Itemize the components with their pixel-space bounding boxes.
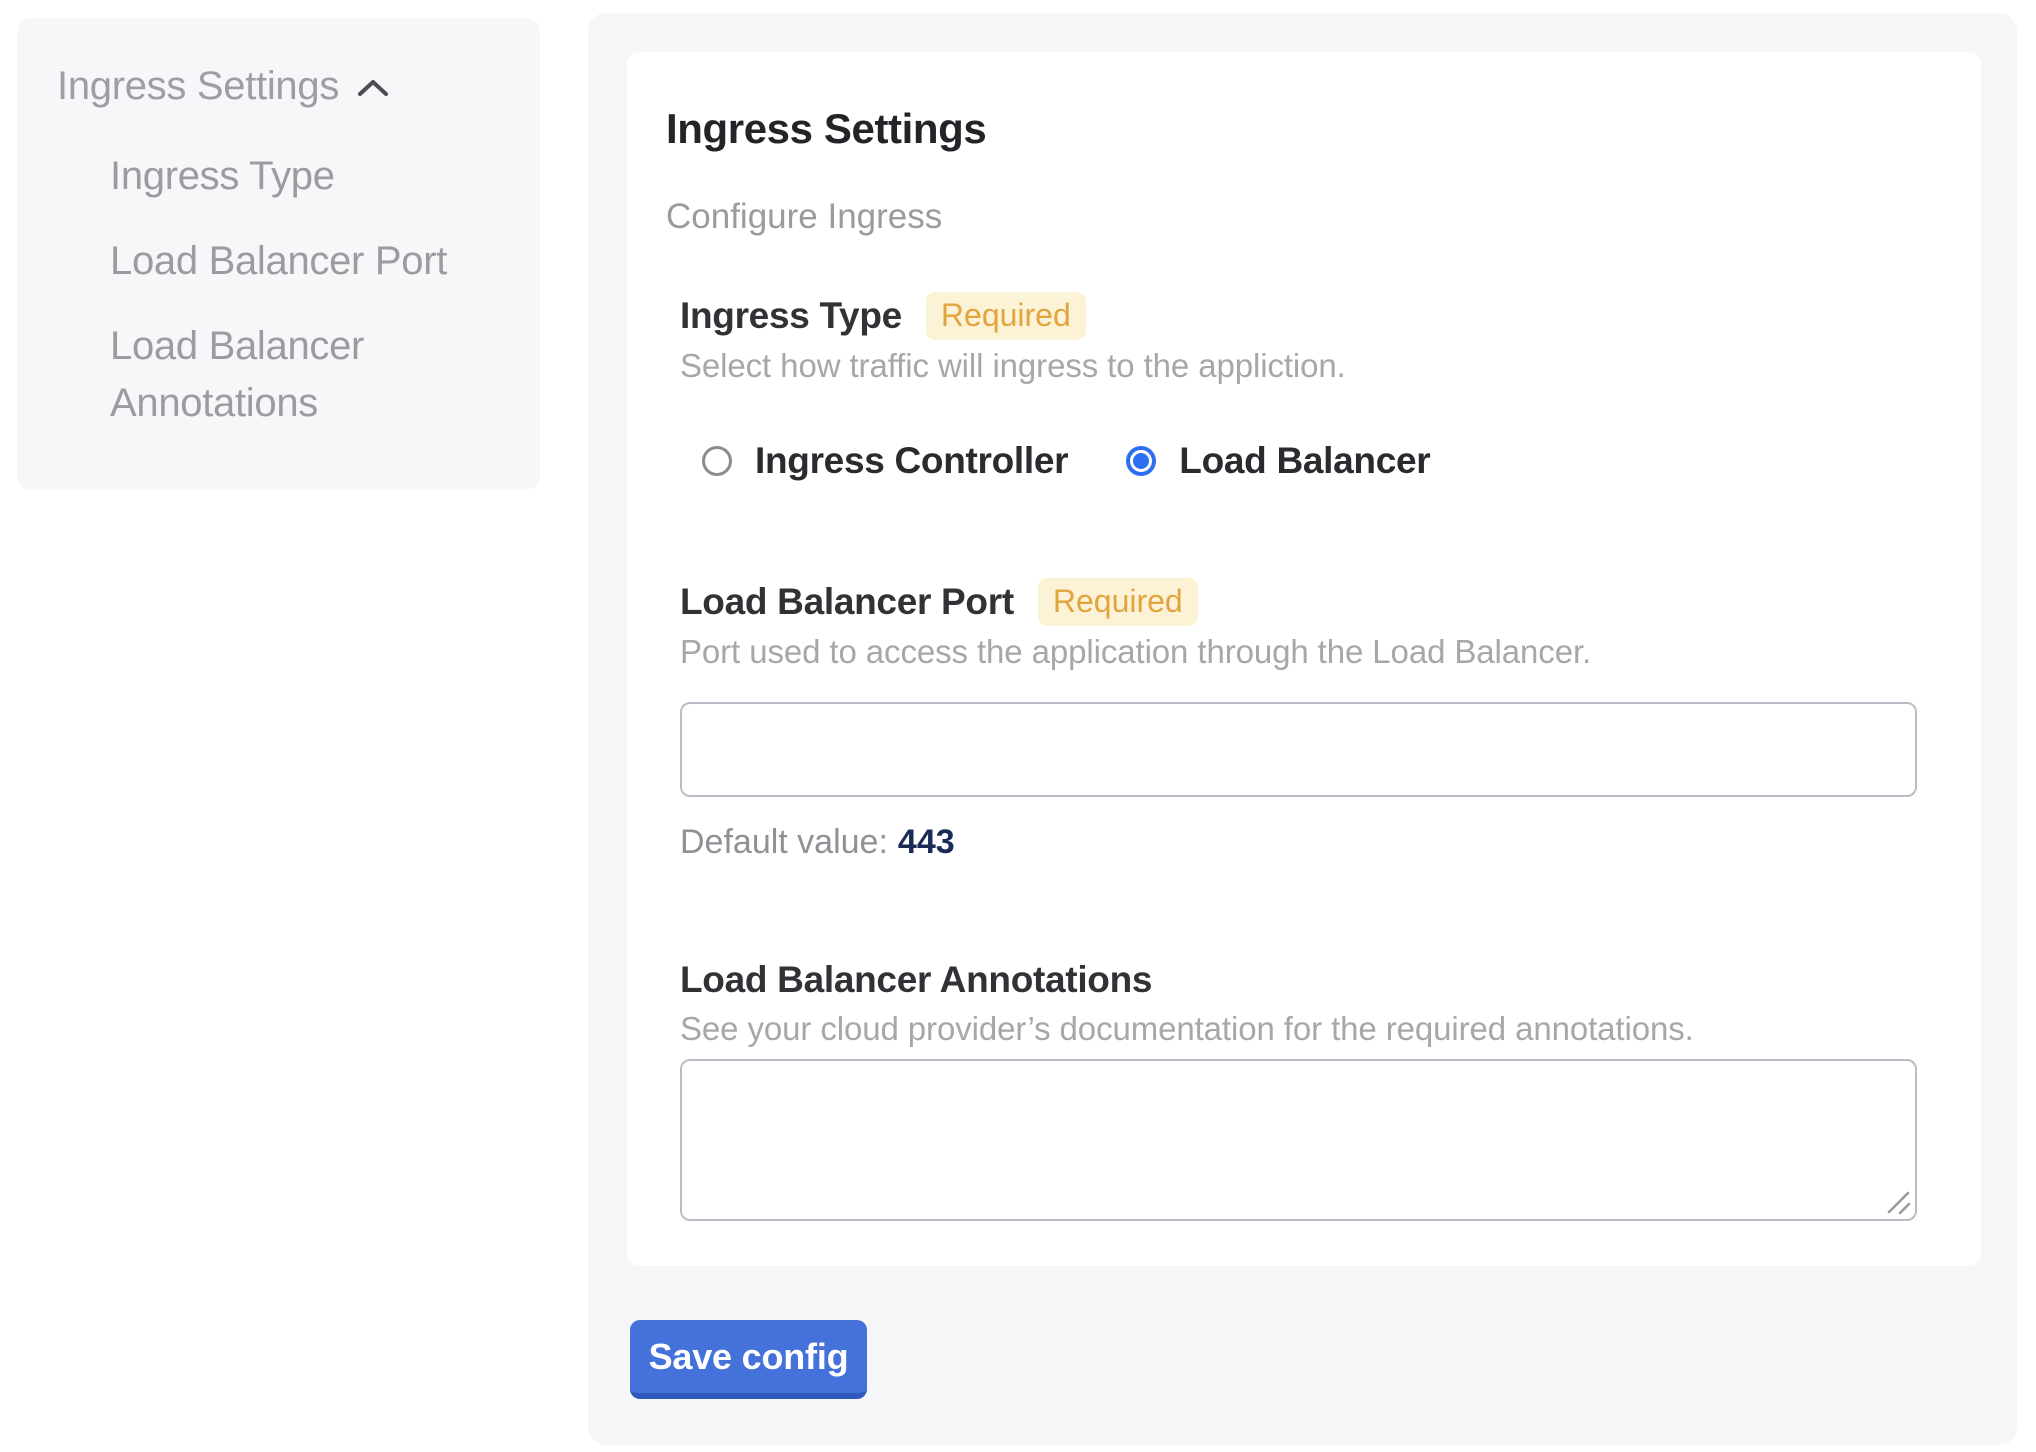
lb-annotations-description: See your cloud provider’s documentation …: [680, 1009, 1917, 1049]
annotations-textarea-wrap: [680, 1059, 1917, 1221]
lb-port-label: Load Balancer Port: [680, 579, 1014, 625]
radio-option-ingress-controller[interactable]: Ingress Controller: [702, 440, 1068, 482]
sidebar: Ingress Settings Ingress Type Load Balan…: [17, 18, 540, 490]
sidebar-item-load-balancer-annotations[interactable]: Load Balancer Annotations: [110, 318, 457, 432]
section-ingress-type: Ingress Type Required Select how traffic…: [680, 292, 1917, 482]
required-badge: Required: [926, 292, 1086, 340]
page-subtitle: Configure Ingress: [666, 196, 1917, 238]
section-load-balancer-port: Load Balancer Port Required Port used to…: [680, 578, 1917, 863]
lb-port-description: Port used to access the application thro…: [680, 632, 1917, 672]
radio-label-ingress-controller: Ingress Controller: [755, 440, 1068, 482]
ingress-type-description: Select how traffic will ingress to the a…: [680, 346, 1917, 386]
settings-panel: Ingress Settings Configure Ingress Ingre…: [588, 13, 2017, 1445]
settings-card: Ingress Settings Configure Ingress Ingre…: [627, 52, 1981, 1266]
textarea-resize-handle-icon[interactable]: [1885, 1189, 1911, 1215]
annotations-textarea[interactable]: [680, 1059, 1917, 1221]
default-value-label: Default value:: [680, 823, 888, 861]
lb-annotations-heading-row: Load Balancer Annotations: [680, 957, 1917, 1003]
chevron-up-icon: [357, 78, 389, 98]
default-value-line: Default value: 443: [680, 821, 1917, 863]
sidebar-item-load-balancer-port[interactable]: Load Balancer Port: [110, 233, 457, 290]
required-badge: Required: [1038, 578, 1198, 626]
radio-option-load-balancer[interactable]: Load Balancer: [1126, 440, 1430, 482]
radio-selected-icon[interactable]: [1126, 446, 1156, 476]
lb-port-heading-row: Load Balancer Port Required: [680, 578, 1917, 626]
sidebar-item-ingress-settings[interactable]: Ingress Settings: [57, 62, 500, 110]
page-title: Ingress Settings: [666, 104, 1917, 154]
section-load-balancer-annotations: Load Balancer Annotations See your cloud…: [680, 957, 1917, 1221]
save-config-button[interactable]: Save config: [630, 1320, 867, 1399]
sidebar-item-ingress-type[interactable]: Ingress Type: [110, 148, 457, 205]
radio-unselected-icon[interactable]: [702, 446, 732, 476]
lb-annotations-label: Load Balancer Annotations: [680, 957, 1152, 1003]
ingress-type-heading-row: Ingress Type Required: [680, 292, 1917, 340]
ingress-type-radio-group: Ingress Controller Load Balancer: [702, 440, 1917, 482]
sidebar-parent-label: Ingress Settings: [57, 62, 339, 110]
default-value: 443: [898, 823, 955, 861]
ingress-type-label: Ingress Type: [680, 293, 902, 339]
load-balancer-port-input[interactable]: [680, 702, 1917, 797]
radio-label-load-balancer: Load Balancer: [1179, 440, 1430, 482]
sidebar-item-list: Ingress Type Load Balancer Port Load Bal…: [57, 148, 457, 432]
